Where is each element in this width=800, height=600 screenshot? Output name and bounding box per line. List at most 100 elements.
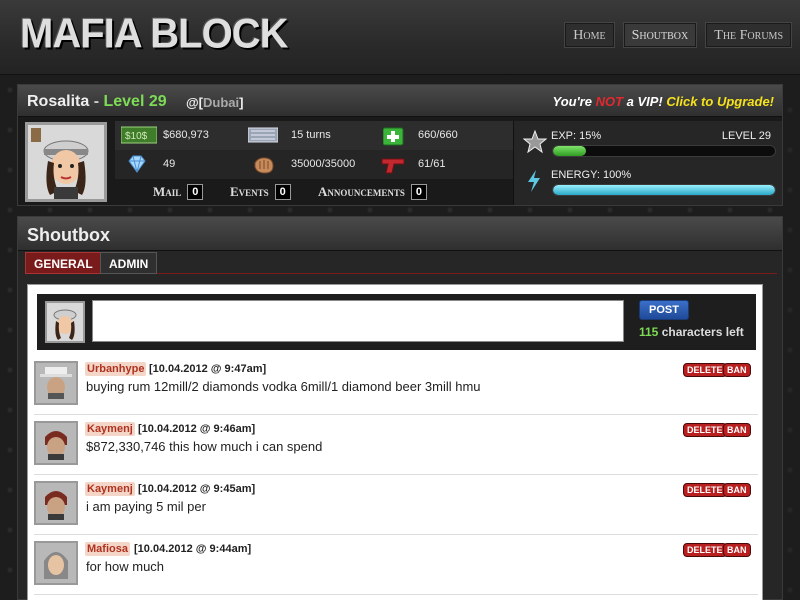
gun-icon [380,155,406,174]
counters-bar: Mail 0 Events 0 Announcements 0 [115,182,513,204]
player-level: Level 29 [103,93,167,110]
message-text: i am paying 5 mil per [86,499,206,514]
stat-turns: 15 turns [291,129,331,141]
ban-button[interactable]: BAN [723,423,751,437]
composer-avatar [45,301,85,343]
exp-level: LEVEL 29 [721,130,771,142]
tab-admin[interactable]: ADMIN [100,252,158,274]
mail-label: Mail [153,184,182,199]
stat-strength: 35000/35000 [291,158,356,170]
post-composer: POST 115 characters left [37,294,756,350]
message-timestamp: [10.04.2012 @ 9:45am] [138,483,256,495]
player-name-line: Rosalita - Level 29 [27,93,167,111]
tab-general[interactable]: GENERAL [25,252,102,274]
nav-shoutbox[interactable]: Shoutbox [622,22,698,48]
nav-home[interactable]: Home [564,22,615,48]
stats-row-1: $10$ $680,973 15 turns 660/660 [115,121,513,150]
player-location: @[Dubai] [186,95,243,110]
energy-icon [525,169,543,198]
post-button[interactable]: POST [639,300,689,320]
turns-icon [247,126,279,144]
energy-label: ENERGY: 100% [551,169,632,181]
stat-diamonds: 49 [163,158,176,170]
mail-counter[interactable]: Mail 0 [153,184,204,200]
chars-left: 115 characters left [639,325,744,339]
message-row: Urbanhype [10.04.2012 @ 9:47am] buying r… [34,355,758,415]
shoutbox-tabs: GENERAL ADMIN [25,252,777,274]
shoutbox-title: Shoutbox [18,217,782,251]
exp-bar [552,145,776,157]
location-suffix: ] [239,95,244,110]
vip-text-1: You're [552,94,596,109]
events-label: Events [230,184,269,199]
site-logo[interactable]: MAFIA BLOCK [20,11,288,58]
stats-row-2: 49 35000/35000 61/61 [115,150,513,179]
delete-button[interactable]: DELETE [683,483,727,497]
message-avatar[interactable] [34,481,78,525]
message-timestamp: [10.04.2012 @ 9:46am] [138,423,256,435]
shoutbox-section: Shoutbox GENERAL ADMIN POST 115 characte… [17,216,783,600]
stat-money: $680,973 [163,129,209,141]
nav-forums[interactable]: The Forums [705,22,792,48]
main-nav: Home Shoutbox The Forums [564,22,792,48]
progress-panel: EXP: 15% LEVEL 29 ENERGY: 100% [513,121,782,205]
events-counter[interactable]: Events 0 [230,184,291,200]
announcements-count: 0 [410,184,427,200]
delete-button[interactable]: DELETE [683,543,727,557]
announcements-label: Announcements [318,184,405,199]
player-avatar[interactable] [25,122,107,202]
message-username[interactable]: Kaymenj [85,482,135,496]
ban-button[interactable]: BAN [723,543,751,557]
health-icon [382,126,409,146]
announcements-counter[interactable]: Announcements 0 [318,184,427,200]
message-username[interactable]: Urbanhype [85,362,147,376]
shoutbox-panel: POST 115 characters left Urbanhype [10.0… [27,284,763,600]
message-text: buying rum 12mill/2 diamonds vodka 6mill… [86,379,481,394]
message-timestamp: [10.04.2012 @ 9:47am] [149,363,267,375]
stats-grid: $10$ $680,973 15 turns 660/660 49 35000/… [115,121,513,179]
chars-left-text: characters left [658,325,744,339]
message-row: Kaymenj [10.04.2012 @ 9:46am] $872,330,7… [34,415,758,475]
player-header: Rosalita - Level 29 @[Dubai] You're NOT … [18,85,782,117]
diamond-icon [125,155,151,173]
stat-health: 660/660 [418,129,458,141]
message-avatar[interactable] [34,541,78,585]
energy-bar [552,184,776,196]
delete-button[interactable]: DELETE [683,363,727,377]
vip-notice: You're NOT a VIP! Click to Upgrade! [553,94,775,109]
message-text: for how much [86,559,165,574]
star-icon [522,129,548,159]
exp-bar-fill [553,146,587,156]
upgrade-link[interactable]: Click to Upgrade! [666,94,774,109]
strength-icon [252,155,278,174]
rank-badge-icon [31,128,41,142]
message-avatar[interactable] [34,361,78,405]
name-separator: - [89,93,104,110]
cash-icon: $10$ [120,126,158,144]
cash-badge-text: $10$ [125,131,148,142]
player-panel: Rosalita - Level 29 @[Dubai] You're NOT … [17,84,783,206]
message-avatar[interactable] [34,421,78,465]
location-prefix: @[ [186,95,204,110]
message-input[interactable] [92,300,624,342]
mail-count: 0 [187,184,204,200]
player-name[interactable]: Rosalita [27,93,89,110]
ban-button[interactable]: BAN [723,483,751,497]
message-username[interactable]: Kaymenj [85,422,135,436]
message-row: Mafiosa [10.04.2012 @ 9:44am] for how mu… [34,535,758,595]
events-count: 0 [274,184,291,200]
stat-ammo: 61/61 [418,158,446,170]
message-text: $872,330,746 this how much i can spend [86,439,323,454]
message-timestamp: [10.04.2012 @ 9:44am] [134,543,252,555]
top-header: MAFIA BLOCK Home Shoutbox The Forums [0,0,800,75]
ban-button[interactable]: BAN [723,363,751,377]
location-city[interactable]: Dubai [203,95,239,110]
message-row: Kaymenj [10.04.2012 @ 9:45am] i am payin… [34,475,758,535]
vip-text-2: a VIP! [623,94,667,109]
vip-not: NOT [595,94,624,109]
message-username[interactable]: Mafiosa [85,542,130,556]
chars-left-count: 115 [639,325,659,339]
energy-bar-fill [553,185,775,195]
delete-button[interactable]: DELETE [683,423,727,437]
exp-label: EXP: 15% [551,130,602,142]
